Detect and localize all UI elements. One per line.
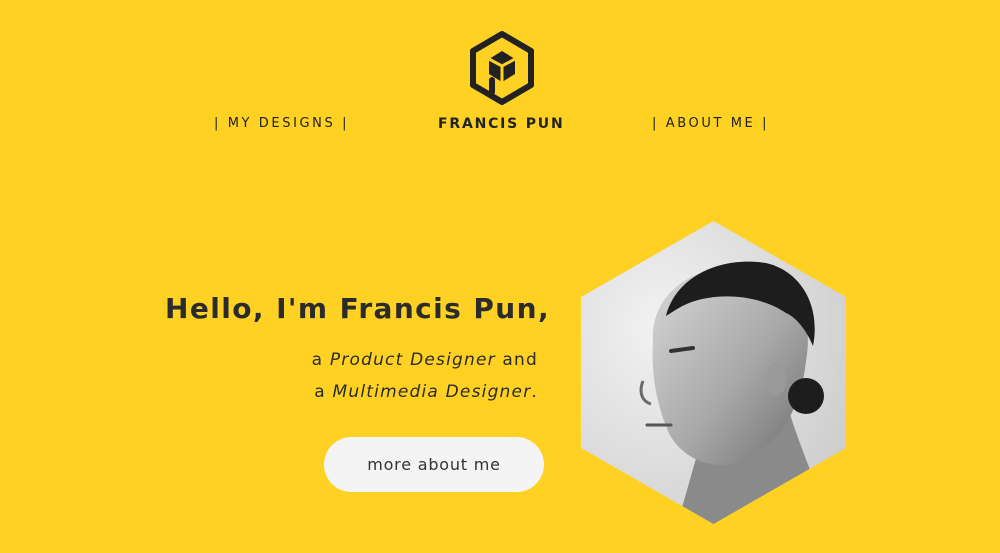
nav-about-me[interactable]: | ABOUT ME | xyxy=(652,116,769,131)
page: | MY DESIGNS | FRANCIS PUN | ABOUT ME | … xyxy=(0,0,1000,553)
role-line-2: a Multimedia Designer. xyxy=(314,382,538,402)
role-2-title: Multimedia Designer xyxy=(332,382,532,402)
hexagon-cube-logo-icon[interactable] xyxy=(468,30,536,106)
brand-name[interactable]: FRANCIS PUN xyxy=(438,116,564,132)
role-1-suffix: and xyxy=(495,350,538,370)
role-2-suffix: . xyxy=(531,382,538,402)
nav-my-designs[interactable]: | MY DESIGNS | xyxy=(214,116,349,131)
hero-greeting: Hello, I'm Francis Pun, xyxy=(165,292,550,325)
role-1-title: Product Designer xyxy=(329,350,496,370)
role-2-prefix: a xyxy=(314,382,333,402)
portrait-photo xyxy=(581,221,846,524)
role-line-1: a Product Designer and xyxy=(312,350,538,370)
role-1-prefix: a xyxy=(311,350,330,370)
hero-heading-wrap: Hello, I'm Francis Pun, xyxy=(165,292,550,325)
more-about-me-button[interactable]: more about me xyxy=(324,437,544,492)
